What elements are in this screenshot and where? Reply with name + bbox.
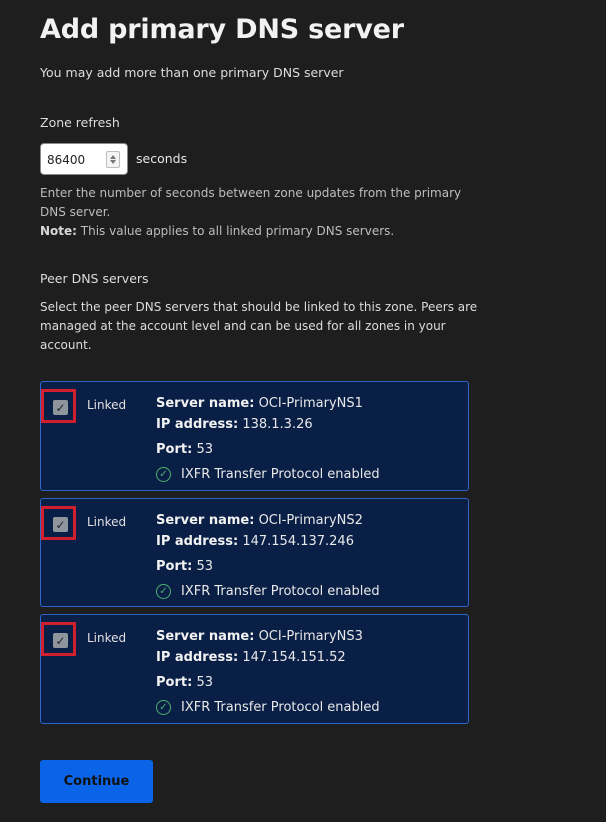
server-info: Server name: OCI-PrimaryNS3 IP address: …: [156, 626, 380, 718]
ip-label: IP address:: [156, 534, 239, 549]
checkmark-icon: ✓: [55, 400, 66, 415]
note-text: This value applies to all linked primary…: [76, 224, 395, 238]
note-label: Note:: [40, 224, 77, 238]
check-circle-icon: ✓: [156, 700, 171, 715]
checkbox-highlight: ✓: [41, 622, 76, 656]
check-circle-icon: ✓: [156, 584, 171, 599]
peer-server-card[interactable]: ✓ Linked Server name: OCI-PrimaryNS2 IP …: [40, 498, 469, 607]
zone-refresh-help-text: Enter the number of seconds between zone…: [40, 186, 462, 219]
protocol-text: IXFR Transfer Protocol enabled: [181, 467, 380, 482]
port-value: 53: [196, 675, 213, 690]
server-name-label: Server name:: [156, 629, 255, 644]
ip-value: 147.154.137.246: [242, 534, 354, 549]
peer-dns-label: Peer DNS servers: [40, 271, 149, 286]
zone-refresh-stepper[interactable]: [40, 143, 128, 175]
chevron-up-icon[interactable]: [110, 155, 116, 159]
continue-button[interactable]: Continue: [40, 760, 153, 803]
port-label: Port:: [156, 559, 193, 574]
ip-value: 138.1.3.26: [242, 417, 313, 432]
port-value: 53: [196, 559, 213, 574]
protocol-status: ✓ IXFR Transfer Protocol enabled: [156, 697, 380, 718]
linked-checkbox[interactable]: ✓: [53, 517, 68, 532]
server-name-value: OCI-PrimaryNS2: [258, 513, 363, 528]
linked-label: Linked: [87, 515, 127, 529]
server-info: Server name: OCI-PrimaryNS2 IP address: …: [156, 510, 380, 602]
add-primary-dns-page: Add primary DNS server You may add more …: [0, 0, 606, 822]
zone-refresh-label: Zone refresh: [40, 115, 120, 130]
ip-label: IP address:: [156, 417, 239, 432]
linked-checkbox[interactable]: ✓: [53, 633, 68, 648]
protocol-text: IXFR Transfer Protocol enabled: [181, 700, 380, 715]
ip-value: 147.154.151.52: [242, 650, 346, 665]
linked-checkbox[interactable]: ✓: [53, 400, 68, 415]
protocol-text: IXFR Transfer Protocol enabled: [181, 584, 380, 599]
checkmark-icon: ✓: [55, 633, 66, 648]
server-name-label: Server name:: [156, 513, 255, 528]
peer-server-card[interactable]: ✓ Linked Server name: OCI-PrimaryNS3 IP …: [40, 614, 469, 724]
ip-label: IP address:: [156, 650, 239, 665]
server-name-label: Server name:: [156, 396, 255, 411]
port-value: 53: [196, 442, 213, 457]
zone-refresh-unit: seconds: [136, 151, 188, 166]
server-name-value: OCI-PrimaryNS3: [258, 629, 363, 644]
checkbox-highlight: ✓: [41, 389, 76, 423]
server-name-value: OCI-PrimaryNS1: [258, 396, 363, 411]
spinner-arrows-icon[interactable]: [106, 151, 120, 168]
peer-server-card[interactable]: ✓ Linked Server name: OCI-PrimaryNS1 IP …: [40, 381, 469, 491]
server-info: Server name: OCI-PrimaryNS1 IP address: …: [156, 393, 380, 485]
checkmark-icon: ✓: [55, 517, 66, 532]
port-label: Port:: [156, 675, 193, 690]
zone-refresh-help: Enter the number of seconds between zone…: [40, 184, 480, 241]
linked-label: Linked: [87, 398, 127, 412]
check-circle-icon: ✓: [156, 467, 171, 482]
page-subtitle: You may add more than one primary DNS se…: [40, 65, 344, 80]
page-title: Add primary DNS server: [40, 14, 404, 45]
linked-label: Linked: [87, 631, 127, 645]
peer-dns-help: Select the peer DNS servers that should …: [40, 300, 478, 352]
zone-refresh-input[interactable]: [47, 151, 103, 169]
protocol-status: ✓ IXFR Transfer Protocol enabled: [156, 581, 380, 602]
checkbox-highlight: ✓: [41, 506, 76, 540]
port-label: Port:: [156, 442, 193, 457]
protocol-status: ✓ IXFR Transfer Protocol enabled: [156, 464, 380, 485]
chevron-down-icon[interactable]: [110, 160, 116, 164]
